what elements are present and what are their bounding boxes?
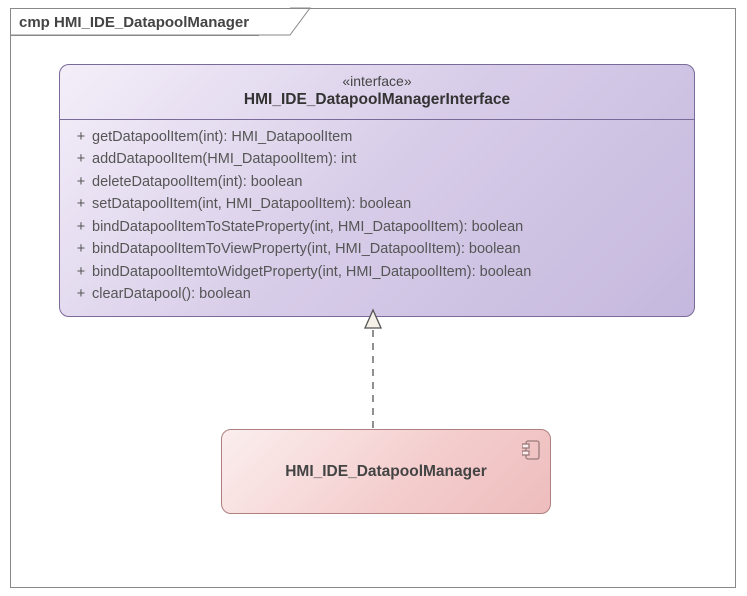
component-diagram-frame: cmp HMI_IDE_DatapoolManager «interface» …	[10, 8, 736, 588]
operation-visibility: +	[70, 148, 92, 170]
component-classifier: HMI_IDE_DatapoolManager	[221, 429, 551, 514]
interface-stereotype: «interface»	[66, 73, 688, 89]
interface-header: «interface» HMI_IDE_DatapoolManagerInter…	[60, 65, 694, 120]
component-icon	[522, 440, 540, 460]
operation-row: +setDatapoolItem(int, HMI_DatapoolItem):…	[70, 193, 684, 215]
operation-signature: setDatapoolItem(int, HMI_DatapoolItem): …	[92, 193, 684, 215]
operation-signature: deleteDatapoolItem(int): boolean	[92, 171, 684, 193]
operation-row: +bindDatapoolItemToStateProperty(int, HM…	[70, 216, 684, 238]
component-name: HMI_IDE_DatapoolManager	[285, 463, 487, 481]
operation-visibility: +	[70, 216, 92, 238]
operation-row: +deleteDatapoolItem(int): boolean	[70, 171, 684, 193]
operation-row: +bindDatapoolItemToViewProperty(int, HMI…	[70, 238, 684, 260]
interface-operations: +getDatapoolItem(int): HMI_DatapoolItem+…	[60, 120, 694, 316]
operation-signature: clearDatapool(): boolean	[92, 283, 684, 305]
operation-signature: addDatapoolItem(HMI_DatapoolItem): int	[92, 148, 684, 170]
operation-signature: getDatapoolItem(int): HMI_DatapoolItem	[92, 126, 684, 148]
interface-name: HMI_IDE_DatapoolManagerInterface	[66, 91, 688, 109]
operation-visibility: +	[70, 283, 92, 305]
operation-visibility: +	[70, 171, 92, 193]
operation-visibility: +	[70, 261, 92, 283]
interface-classifier: «interface» HMI_IDE_DatapoolManagerInter…	[59, 64, 695, 317]
operation-row: +bindDatapoolItemtoWidgetProperty(int, H…	[70, 261, 684, 283]
operation-visibility: +	[70, 193, 92, 215]
operation-signature: bindDatapoolItemToStateProperty(int, HMI…	[92, 216, 684, 238]
operation-row: +clearDatapool(): boolean	[70, 283, 684, 305]
operation-row: +getDatapoolItem(int): HMI_DatapoolItem	[70, 126, 684, 148]
operation-signature: bindDatapoolItemToViewProperty(int, HMI_…	[92, 238, 684, 260]
operation-signature: bindDatapoolItemtoWidgetProperty(int, HM…	[92, 261, 684, 283]
operation-visibility: +	[70, 238, 92, 260]
operation-row: +addDatapoolItem(HMI_DatapoolItem): int	[70, 148, 684, 170]
operation-visibility: +	[70, 126, 92, 148]
